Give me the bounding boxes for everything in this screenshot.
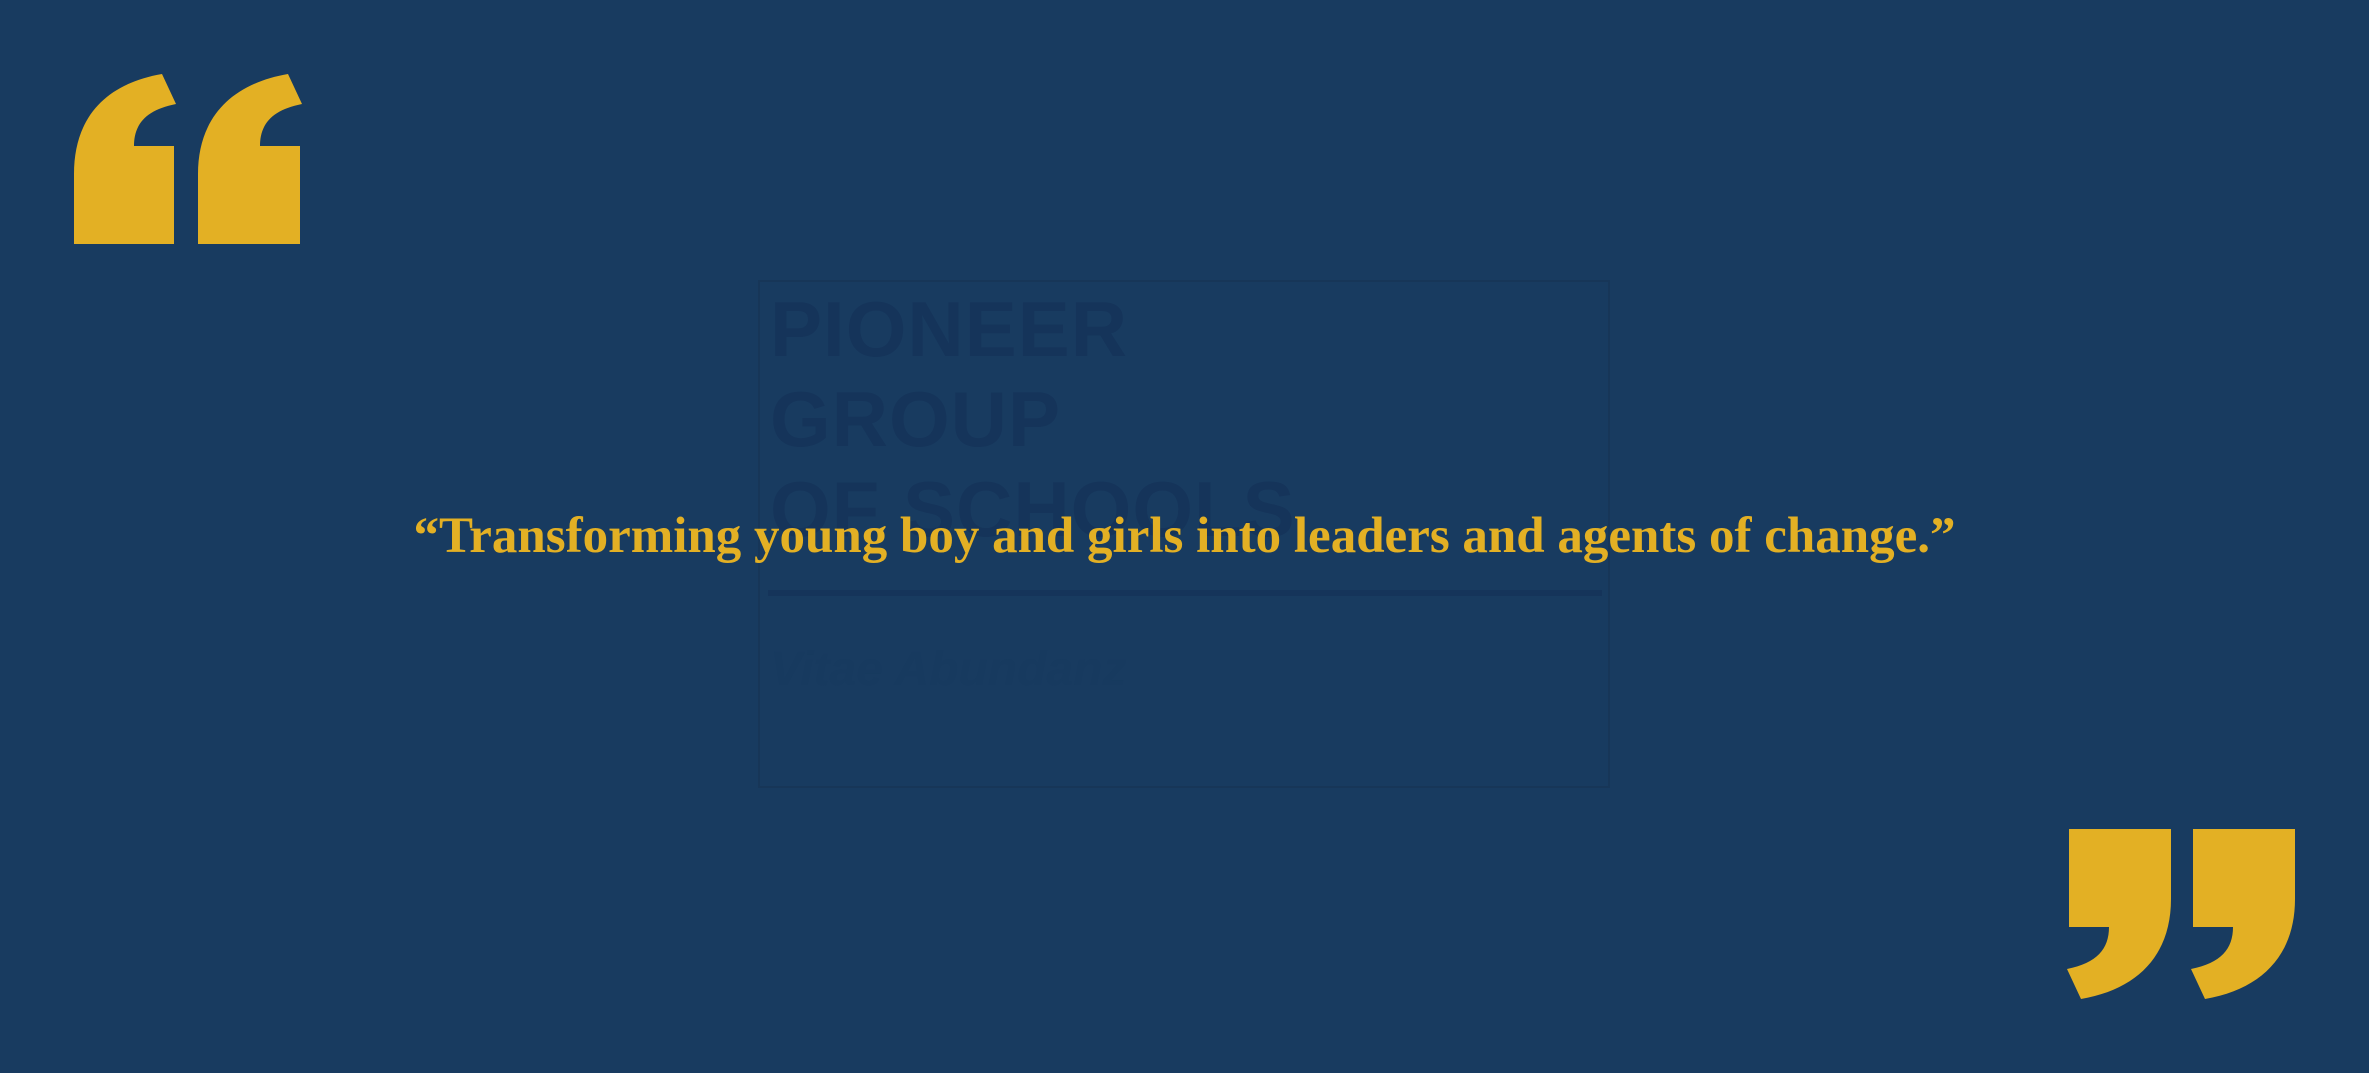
- open-quote-icon: [74, 74, 302, 244]
- quote-text: “Transforming young boy and girls into l…: [413, 508, 1956, 564]
- watermark-divider: [768, 590, 1602, 596]
- school-motto-watermark: Vitae Abundanz: [770, 643, 1127, 696]
- close-quote-icon: [2067, 829, 2295, 999]
